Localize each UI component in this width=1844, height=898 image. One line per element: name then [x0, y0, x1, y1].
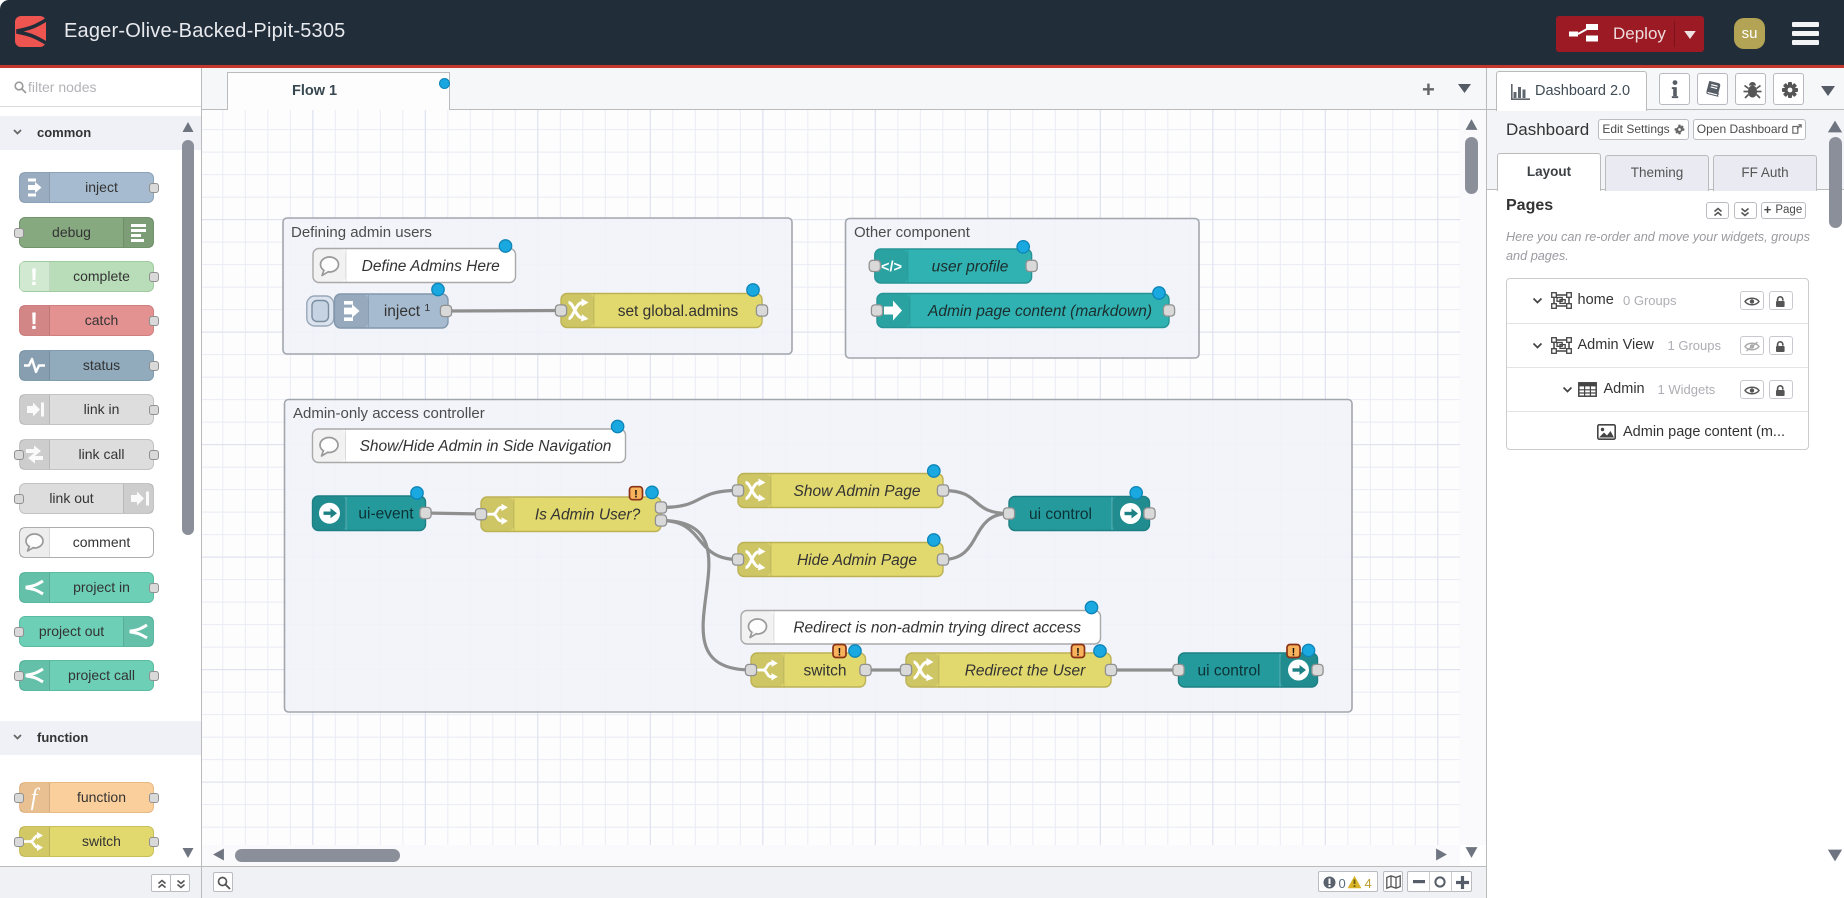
svg-text:Other component: Other component: [854, 224, 971, 241]
svg-text:Show/Hide Admin in Side Naviga: Show/Hide Admin in Side Navigation: [360, 438, 612, 455]
svg-text:ui control: ui control: [1029, 506, 1092, 523]
svg-text:Show Admin Page: Show Admin Page: [794, 483, 921, 500]
svg-text:</>: </>: [881, 260, 902, 276]
svg-text:Admin page content (markdown): Admin page content (markdown): [927, 303, 1152, 320]
svg-text:Redirect the User: Redirect the User: [965, 663, 1086, 680]
svg-text:Is Admin User?: Is Admin User?: [535, 507, 641, 524]
svg-text:!: !: [30, 264, 38, 291]
svg-text:Admin-only access controller: Admin-only access controller: [293, 405, 485, 422]
svg-text:f: f: [31, 785, 41, 811]
svg-text:!: !: [30, 308, 38, 335]
svg-text:Defining admin users: Defining admin users: [291, 224, 432, 241]
svg-text:user profile: user profile: [932, 259, 1009, 276]
svg-text:Hide Admin Page: Hide Admin Page: [797, 552, 917, 569]
svg-text:ui-event: ui-event: [358, 506, 414, 523]
svg-text:set global.admins: set global.admins: [618, 303, 739, 320]
svg-text:Redirect is non-admin trying d: Redirect is non-admin trying direct acce…: [793, 620, 1081, 637]
svg-text:switch: switch: [803, 663, 846, 680]
svg-text:Define Admins Here: Define Admins Here: [362, 258, 501, 275]
svg-text:ui control: ui control: [1198, 663, 1261, 680]
svg-text:inject 1: inject 1: [384, 302, 431, 320]
